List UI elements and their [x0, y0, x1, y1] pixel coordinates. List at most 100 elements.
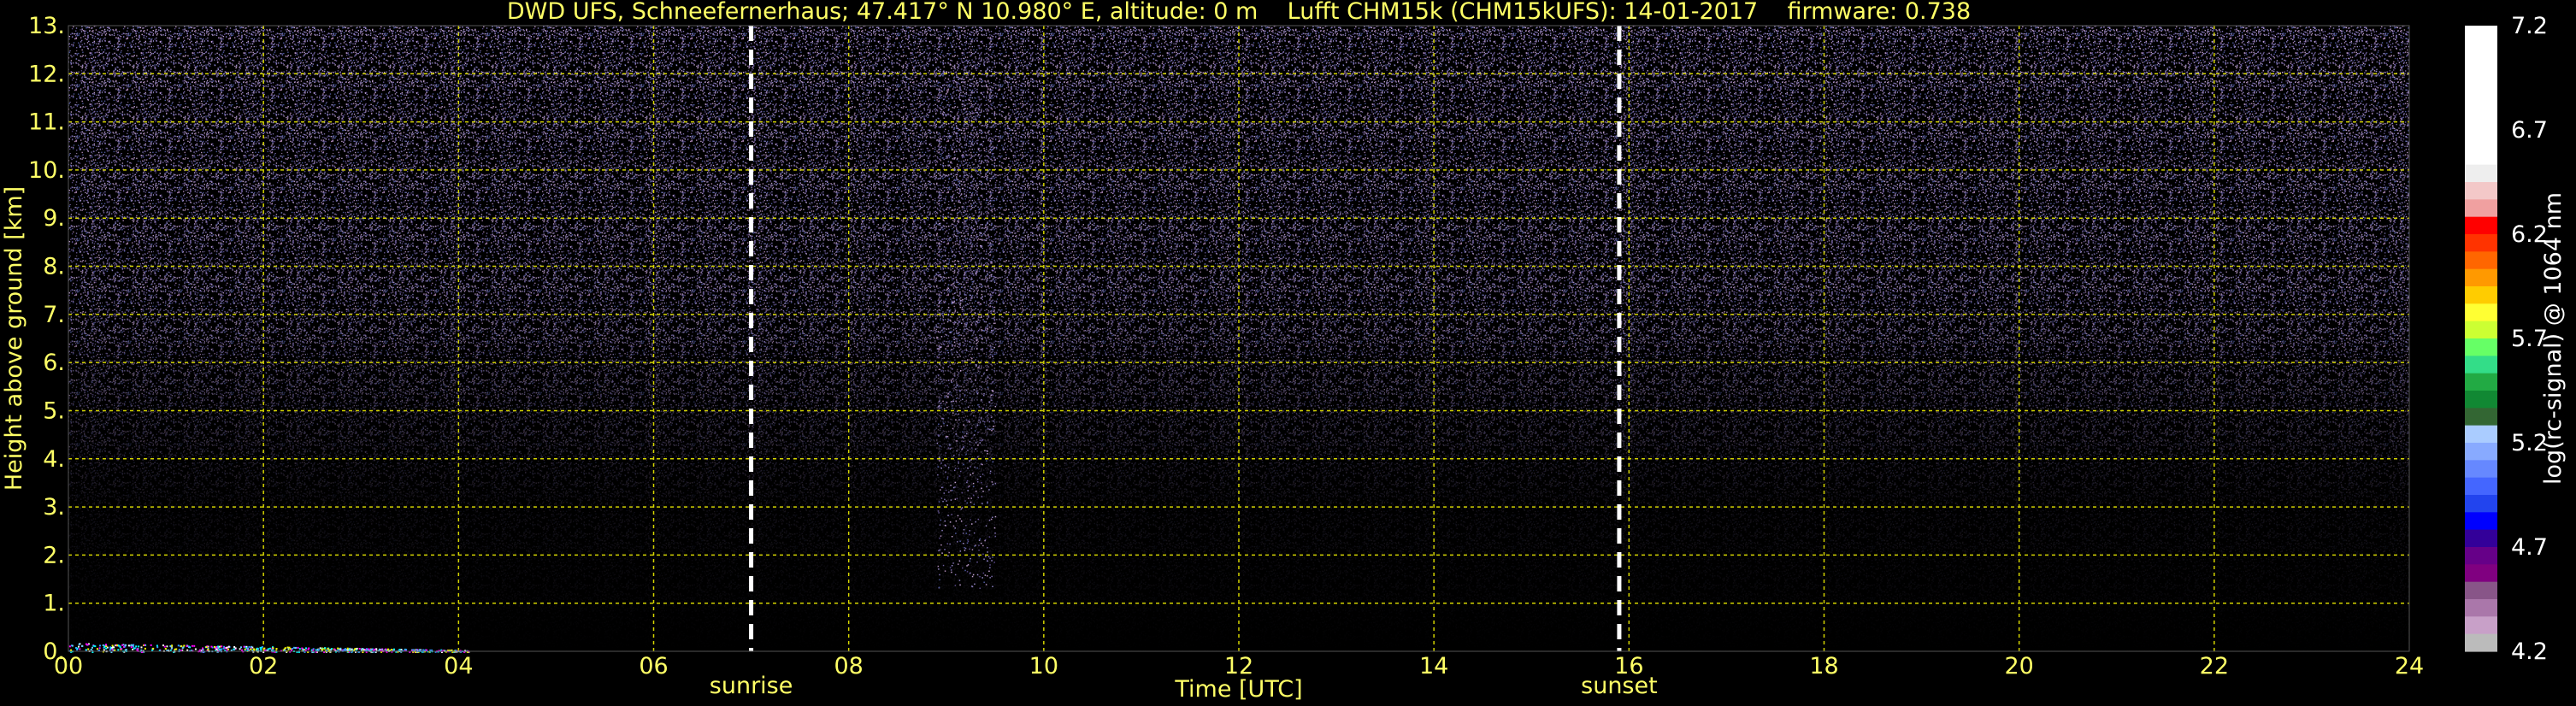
- plume-dot: [990, 262, 992, 264]
- plume-dot: [957, 541, 958, 543]
- plume-dot: [942, 98, 945, 101]
- plume-dot: [975, 273, 977, 275]
- plume-dot: [979, 587, 981, 589]
- plume-dot: [938, 243, 940, 244]
- plume-dot: [954, 486, 956, 488]
- plume-dot: [941, 552, 943, 554]
- plume-dot: [975, 458, 976, 460]
- plume-dot: [970, 378, 971, 379]
- plume-dot: [964, 193, 965, 195]
- ground-layer-dot: [96, 648, 98, 650]
- plume-dot: [958, 184, 960, 186]
- plume-dot: [946, 71, 947, 73]
- ground-layer-dot: [221, 645, 223, 648]
- plume-dot: [960, 89, 962, 91]
- plume-dot: [992, 292, 993, 294]
- plume-dot: [990, 416, 993, 419]
- plume-dot: [976, 270, 978, 273]
- plume-dot: [977, 404, 979, 406]
- plume-dot: [942, 459, 944, 461]
- plume-dot: [938, 368, 940, 370]
- ground-layer-dot: [202, 649, 204, 651]
- plume-dot: [958, 79, 959, 80]
- plume-dot: [993, 562, 995, 563]
- ground-layer-dot: [217, 645, 220, 648]
- plume-dot: [952, 345, 953, 347]
- ground-layer-dot: [267, 648, 269, 650]
- plume-dot: [961, 491, 964, 494]
- plume-dot: [976, 424, 979, 427]
- colorbar-swatch: [2465, 391, 2497, 409]
- plume-dot: [976, 561, 978, 563]
- ground-layer-dot: [391, 649, 392, 651]
- plume-dot: [945, 489, 947, 491]
- plume-dot: [939, 153, 941, 155]
- plume-dot: [945, 115, 947, 117]
- plume-dot: [977, 367, 979, 369]
- plume-dot: [942, 241, 945, 244]
- plume-dot: [949, 320, 952, 321]
- plume-dot: [988, 236, 990, 238]
- plume-dot: [976, 292, 978, 294]
- plume-dot: [942, 151, 944, 153]
- plume-dot: [956, 158, 958, 161]
- plume-dot: [940, 336, 943, 338]
- ground-layer-dot: [133, 647, 135, 650]
- plume-dot: [993, 270, 994, 272]
- plume-dot: [945, 175, 946, 177]
- plume-dot: [988, 401, 990, 403]
- plume-dot: [981, 329, 983, 331]
- plume-dot: [977, 497, 979, 498]
- colorbar-swatch: [2465, 425, 2497, 444]
- plume-dot: [945, 260, 946, 262]
- plume-dot: [937, 406, 940, 408]
- plume-dot: [976, 236, 977, 238]
- plume-dot: [936, 356, 939, 358]
- plume-dot: [947, 78, 950, 80]
- ground-layer-dot: [297, 646, 299, 649]
- plume-dot: [977, 361, 979, 362]
- plume-dot: [939, 319, 941, 321]
- ground-layer-dot: [256, 647, 258, 650]
- colorbar-swatch: [2465, 633, 2497, 652]
- plume-dot: [987, 316, 990, 318]
- plume-dot: [965, 453, 967, 456]
- x-axis-label: Time [UTC]: [1174, 676, 1302, 703]
- ground-layer-dot: [234, 647, 237, 650]
- plume-dot: [947, 314, 950, 315]
- plume-dot: [937, 223, 939, 226]
- plume-dot: [961, 62, 964, 63]
- y-tick-label: 2.: [43, 542, 65, 568]
- plume-dot: [939, 174, 941, 177]
- plume-dot: [946, 435, 947, 438]
- ground-layer-dot: [321, 648, 323, 650]
- plume-dot: [948, 178, 950, 180]
- plume-dot: [969, 329, 971, 332]
- plume-dot: [946, 402, 948, 403]
- plume-dot: [991, 153, 993, 155]
- plume-dot: [947, 392, 949, 395]
- plume-dot: [968, 497, 970, 499]
- ground-layer-dot: [112, 646, 115, 649]
- plume-dot: [982, 257, 985, 259]
- plume-dot: [961, 448, 964, 450]
- plume-dot: [973, 225, 975, 227]
- plume-dot: [970, 234, 972, 237]
- plume-dot: [970, 557, 971, 560]
- x-tick-label: 18: [1809, 653, 1838, 680]
- plume-dot: [993, 426, 995, 427]
- plume-dot: [942, 417, 945, 420]
- plume-dot: [962, 431, 964, 433]
- plume-dot: [979, 232, 981, 234]
- ground-layer-dot: [186, 649, 189, 651]
- plume-dot: [936, 238, 939, 240]
- plume-dot: [952, 180, 953, 183]
- plume-dot: [991, 481, 993, 483]
- plume-dot: [964, 547, 965, 549]
- plume-dot: [972, 112, 974, 114]
- plume-dot: [938, 501, 940, 503]
- plume-dot: [964, 550, 966, 551]
- plume-dot: [939, 456, 940, 458]
- plume-dot: [952, 197, 953, 198]
- plume-dot: [974, 430, 976, 432]
